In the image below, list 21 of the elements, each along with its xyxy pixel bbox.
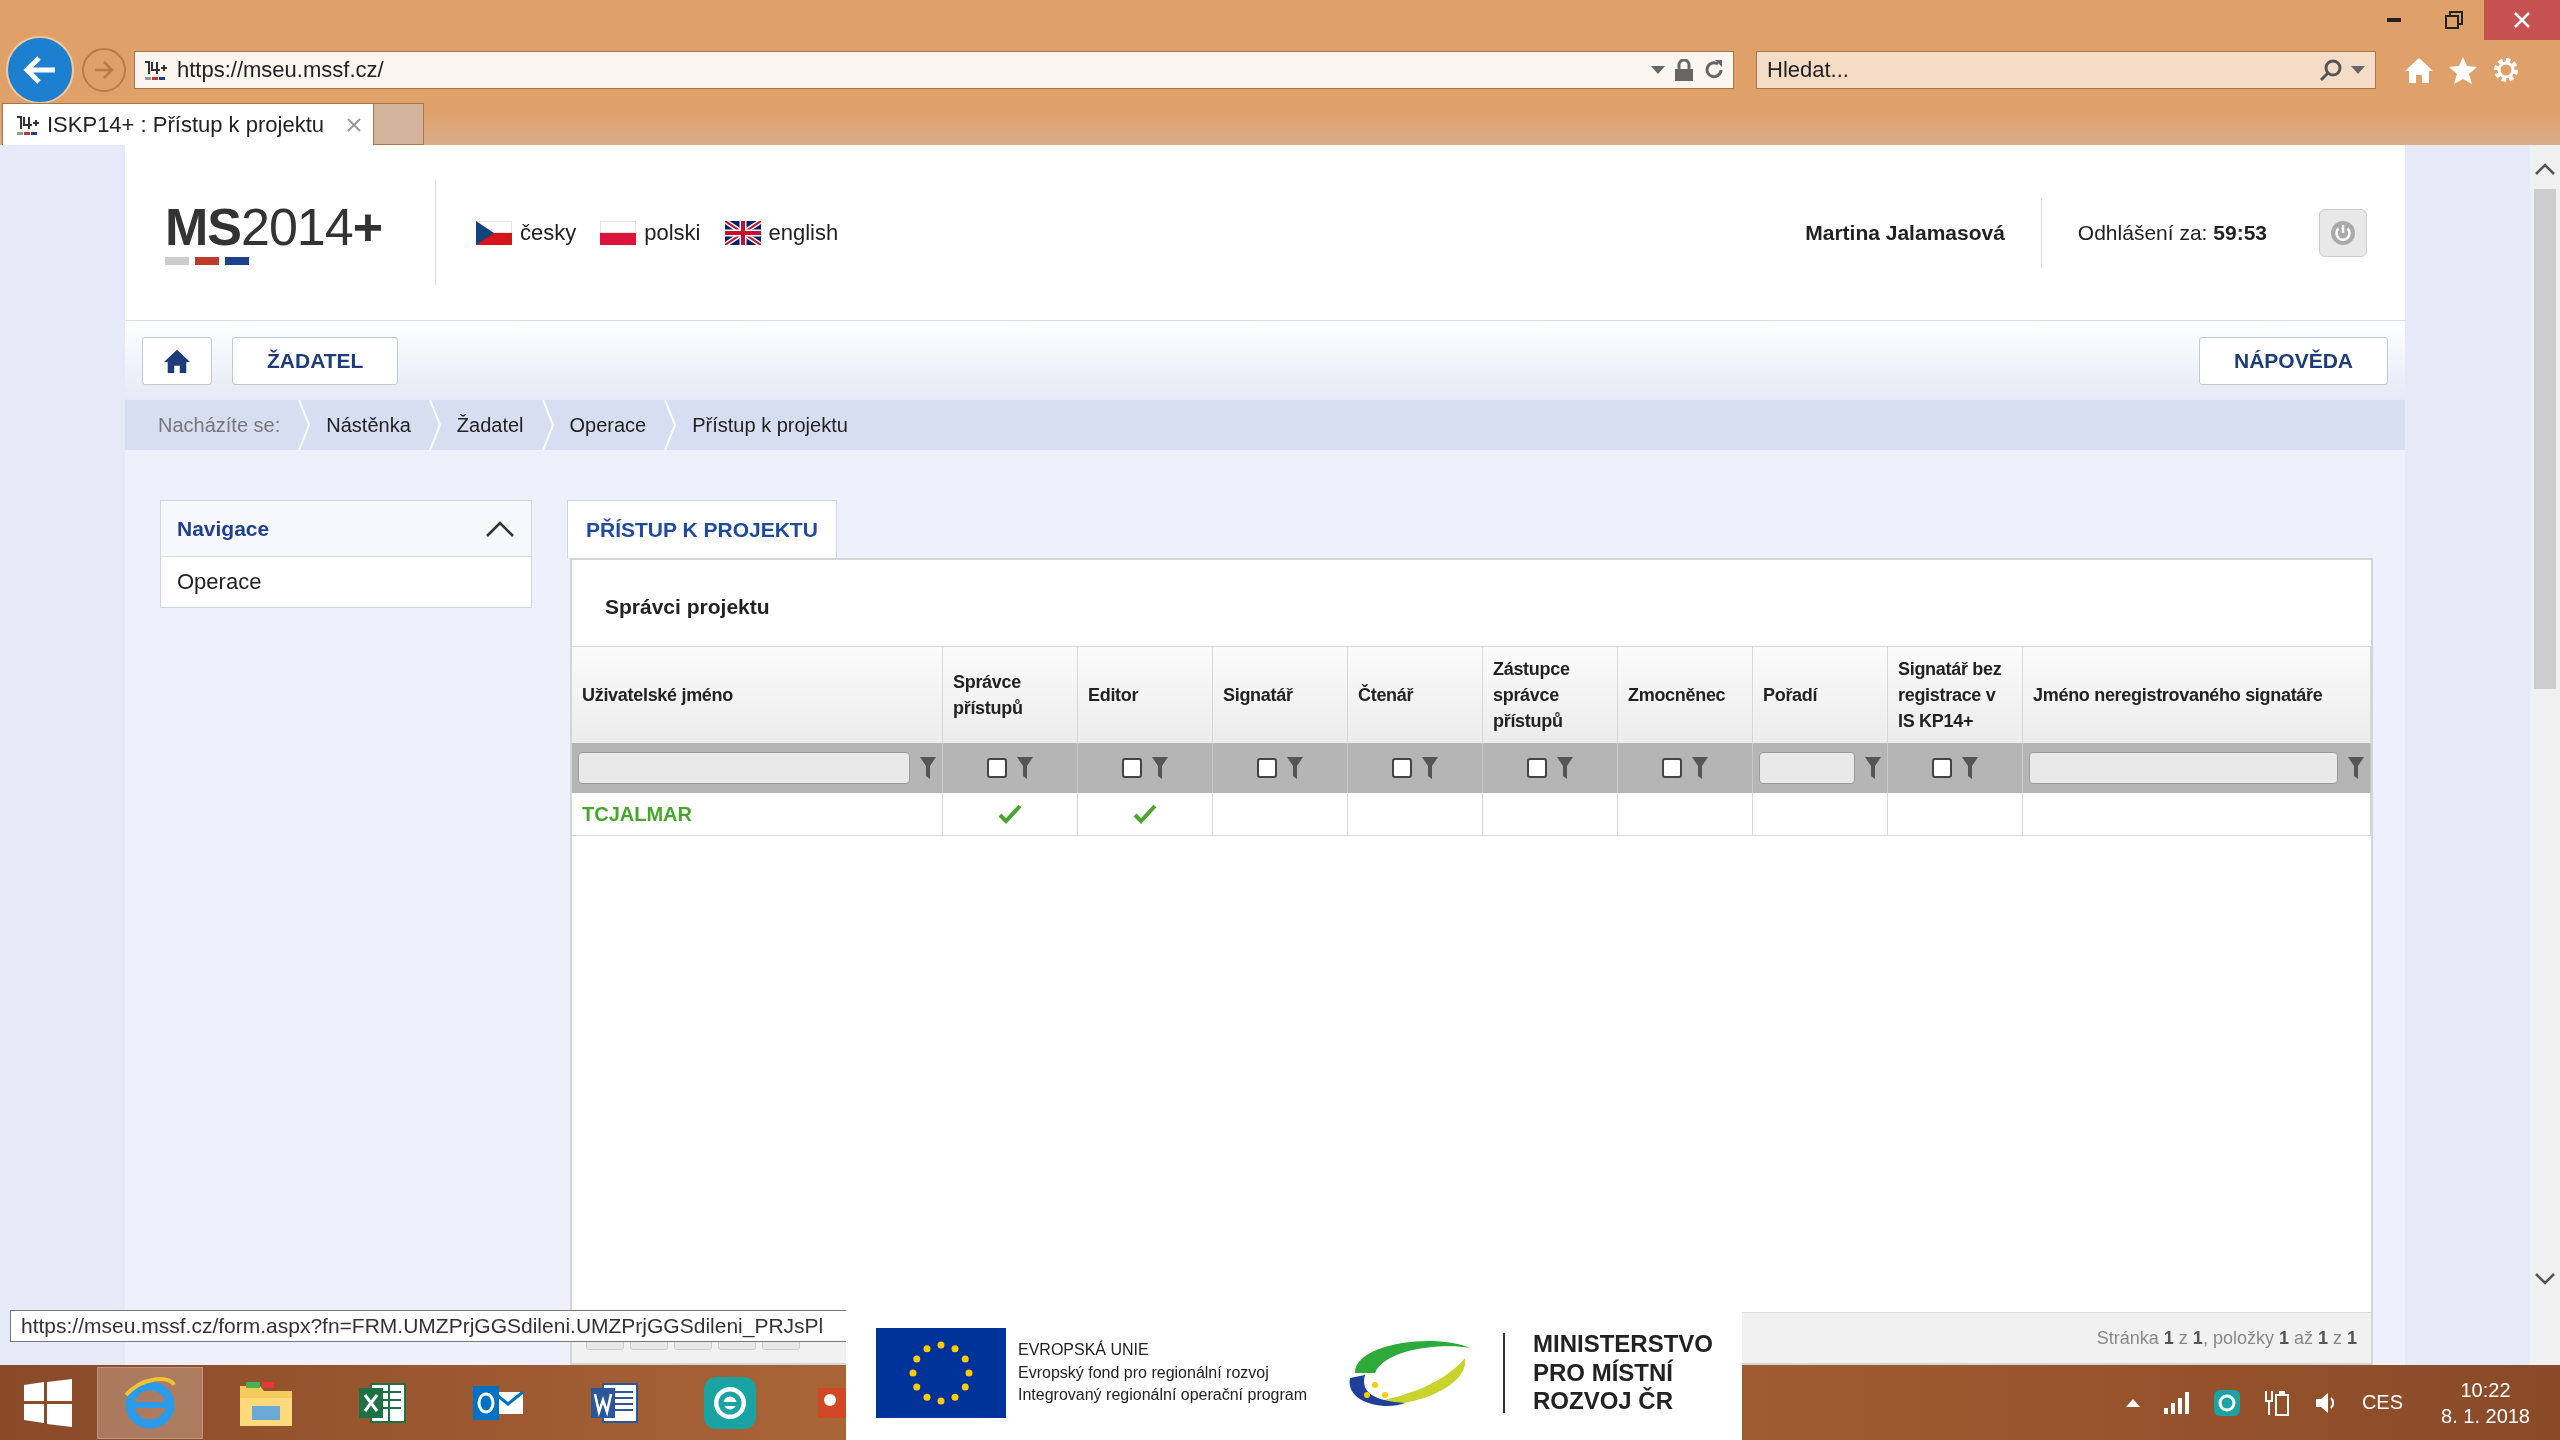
language-label: česky [520, 219, 577, 246]
eu-title: EVROPSKÁ UNIE [1018, 1339, 1150, 1361]
language-label: polski [644, 219, 701, 246]
language-label: english [768, 219, 839, 246]
pagination-info: Stránka 1 z 1, položky 1 až 1 z 1 [2096, 1327, 2357, 1349]
tab-title: ISKP14+ : Přístup k projektu [47, 111, 325, 138]
ministry-name-text: PRO MÍSTNÍ [1533, 1358, 1675, 1387]
url-text: https://mseu.mssf.cz/ [177, 57, 385, 83]
clock-date: 8. 1. 2018 [2441, 1403, 2530, 1429]
logout-timer: Odhlášení za: 59:53 [2077, 220, 2267, 245]
search-placeholder: Hledat... [1767, 57, 1850, 83]
ministry-name-text: MINISTERSTVO [1533, 1329, 1713, 1359]
eu-fund-text: Integrovaný regionální operační program [1018, 1385, 1309, 1406]
user-name: Martina Jalamasová [1805, 220, 2005, 245]
logo-text: MS2014+ [165, 200, 380, 253]
navigation-title: Navigace [177, 516, 270, 541]
ministry-name-text: ROZVOJ ČR [1533, 1387, 1674, 1417]
clock-time: 10:22 [2460, 1377, 2511, 1403]
eu-fund-text: Evropský fond pro regionální rozvoj [1018, 1362, 1270, 1383]
breadcrumb-label: Nacházíte se: [158, 413, 282, 437]
section-title: Správci projektu [604, 594, 771, 620]
